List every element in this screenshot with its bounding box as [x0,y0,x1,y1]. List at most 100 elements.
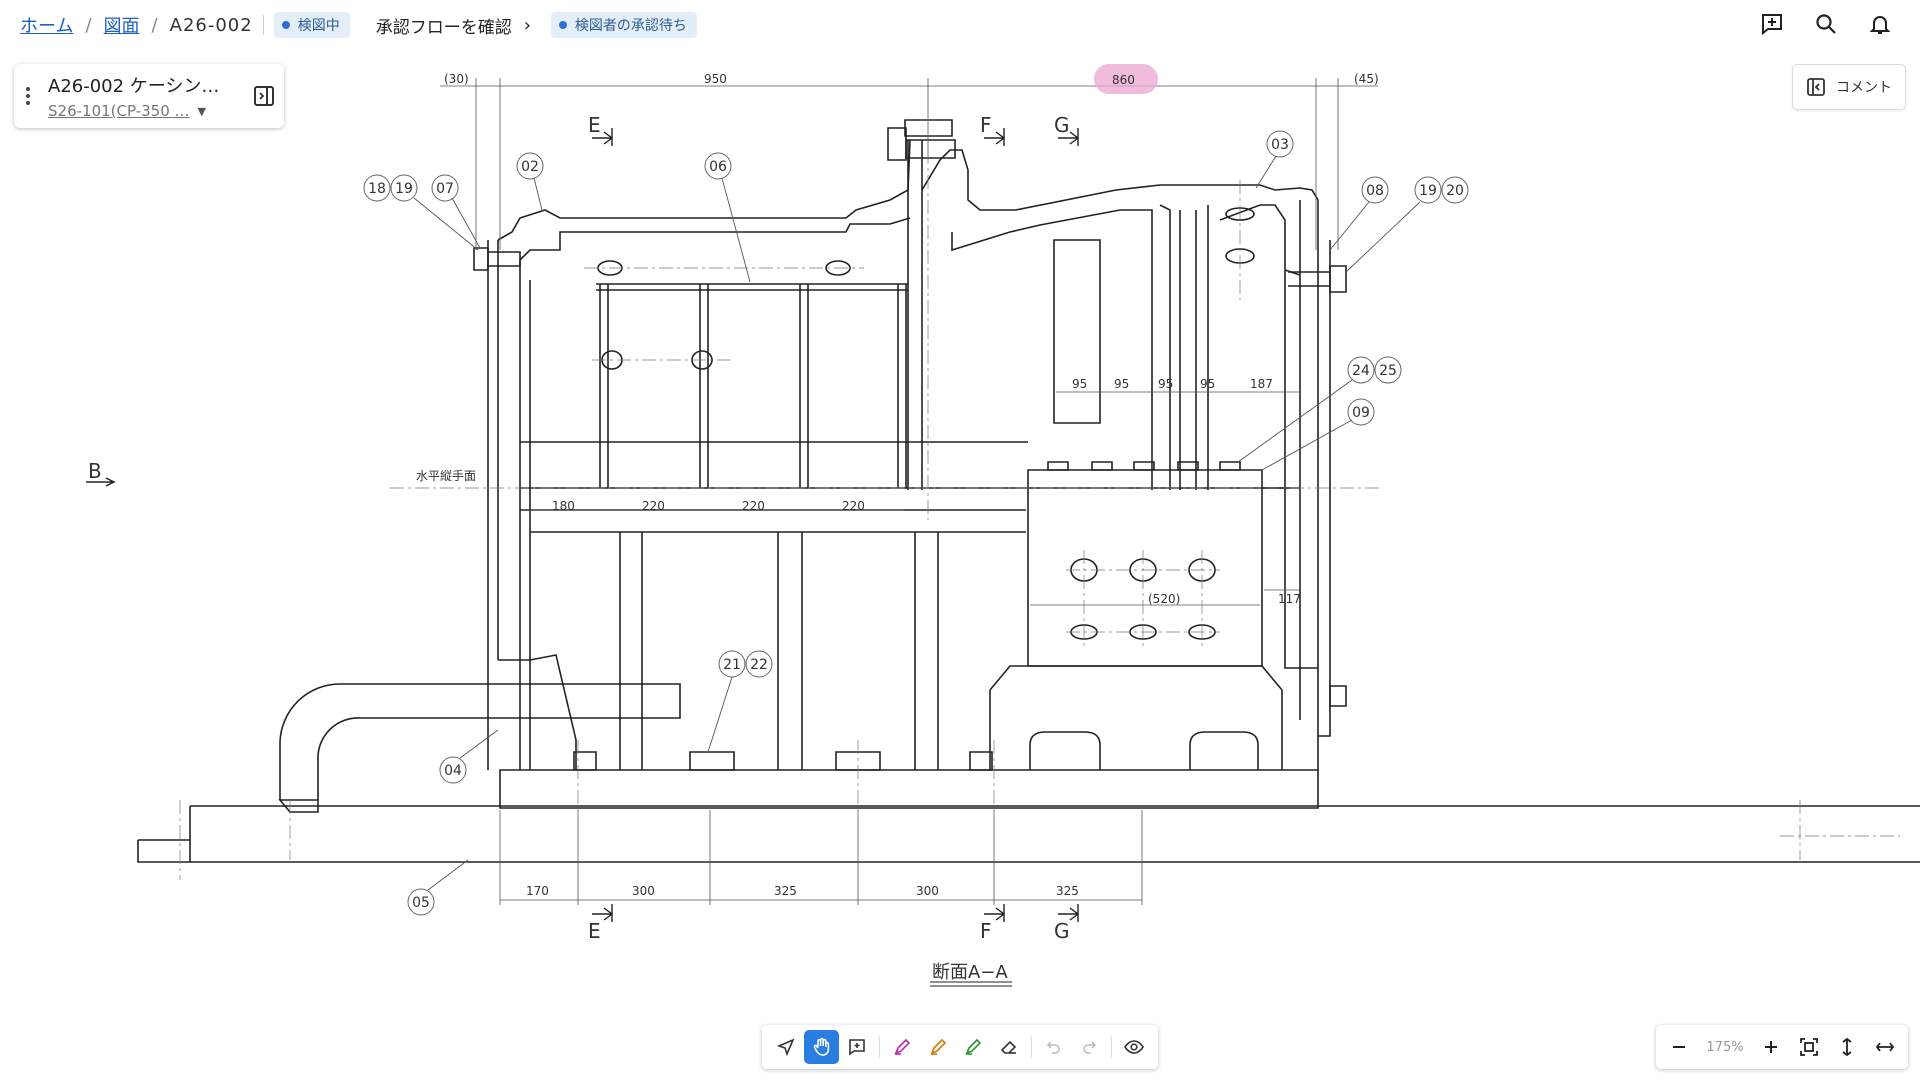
approval-flow-label: 承認フローを確認 [375,17,512,38]
balloon-09: 09 [1352,405,1370,421]
drawing-toolbar [762,1025,1158,1069]
more-vertical-icon[interactable] [14,64,42,128]
undo-icon[interactable] [1036,1030,1072,1064]
balloon-19b: 19 [1419,183,1437,199]
horizontal-plane-label: 水平縦手面 [416,469,476,483]
dim-bottom-325-1: 325 [774,884,797,898]
dim-top-860: 860 [1112,73,1135,87]
zoom-in-icon[interactable] [1754,1030,1788,1064]
pending-dot-icon [558,21,567,29]
section-arrows [86,128,1080,922]
dim-side-117: 117 [1278,592,1301,606]
top-bar: ホーム / 図面 / A26-002 検図中 承認フローを確認 › 検図者の承認… [0,0,1920,50]
balloon-22: 22 [750,657,768,673]
zoom-level[interactable]: 175% [1700,1040,1750,1055]
eraser-icon[interactable] [991,1030,1027,1064]
comment-panel-button[interactable]: コメント [1792,64,1906,110]
dim-bottom-170: 170 [526,884,549,898]
dim-bottom-300-1: 300 [632,884,655,898]
breadcrumb-home[interactable]: ホーム [20,12,73,38]
panel-left-icon [1807,78,1825,96]
breadcrumb-current: A26-002 [169,14,253,36]
dim-bottom-325-2: 325 [1056,884,1079,898]
balloon-20: 20 [1446,183,1464,199]
section-mark-b: B [88,459,102,483]
document-info: A26-002 ケーシン… S26-101(CP-350 … ▼ [42,72,244,120]
drawing-outlines [137,119,1920,863]
toolbar-divider [1030,1036,1032,1058]
pending-badge: 検図者の承認待ち [550,12,697,38]
add-comment-icon[interactable] [1756,8,1788,40]
breadcrumb-separator: / [85,14,92,36]
toolbar-divider [1111,1036,1113,1058]
dimension-lines [440,78,1378,905]
dim-mid-220-3: 220 [842,499,865,513]
document-version-select[interactable]: S26-101(CP-350 … ▼ [48,102,244,120]
header-actions [1756,8,1896,40]
document-subtitle: S26-101(CP-350 … [48,102,190,120]
balloon-25: 25 [1379,363,1397,379]
dim-mid-220-2: 220 [742,499,765,513]
dim-mid-220-1: 220 [642,499,665,513]
status-dot-icon [281,21,290,29]
balloon-19a: 19 [395,181,413,197]
zoom-controls: 175% [1656,1025,1908,1069]
section-mark-e-top: E [588,113,601,137]
balloon-07: 07 [436,181,454,197]
document-title: A26-002 ケーシン… [48,76,220,97]
bell-icon[interactable] [1864,8,1896,40]
balloon-02: 02 [521,159,539,175]
balloon-05: 05 [412,895,430,911]
dim-inner-95-2: 95 [1114,377,1129,391]
section-mark-g-top: G [1054,113,1070,137]
dim-bottom-300-2: 300 [916,884,939,898]
document-card: A26-002 ケーシン… S26-101(CP-350 … ▼ [14,64,284,128]
balloon-18: 18 [368,181,386,197]
header-divider [262,15,264,35]
toolbar-divider [879,1036,881,1058]
comment-tool-icon[interactable] [839,1030,875,1064]
section-mark-e-bottom: E [588,919,601,943]
fit-height-icon[interactable] [1830,1030,1864,1064]
pan-tool-icon[interactable] [803,1030,840,1064]
dim-inner-95-4: 95 [1200,377,1215,391]
balloon-06: 06 [709,159,727,175]
comment-button-label: コメント [1836,80,1892,96]
dim-mid-180: 180 [552,499,575,513]
balloon-21: 21 [723,657,741,673]
pen-orange-icon[interactable] [920,1030,956,1064]
pen-purple-icon[interactable] [884,1030,920,1064]
dim-inner-187: 187 [1250,377,1273,391]
fit-width-icon[interactable] [1868,1030,1902,1064]
section-mark-g-bottom: G [1054,919,1070,943]
section-title: 断面A−A [932,962,1008,983]
fit-screen-icon[interactable] [1792,1030,1826,1064]
zoom-out-icon[interactable] [1662,1030,1696,1064]
search-icon[interactable] [1810,8,1842,40]
chevron-down-icon: ▼ [197,104,206,118]
status-badge: 検図中 [273,12,350,38]
dim-top-950: 950 [704,72,727,86]
balloon-24: 24 [1352,363,1370,379]
dim-inner-95-1: 95 [1072,377,1087,391]
status-badge-label: 検図中 [297,18,340,34]
dim-box-520: (520) [1148,592,1180,606]
toggle-panel-icon[interactable] [244,64,284,128]
redo-icon[interactable] [1072,1030,1108,1064]
approval-flow-link[interactable]: 承認フローを確認 › [376,13,531,38]
section-mark-f-bottom: F [980,919,992,943]
dim-top-45: (45) [1354,72,1379,86]
dim-inner-95-3: 95 [1158,377,1173,391]
select-tool-icon[interactable] [768,1030,804,1064]
pending-badge-label: 検図者の承認待ち [574,18,687,34]
technical-drawing-canvas[interactable]: (30) 950 860 (45) 95 95 95 95 187 180 22… [0,0,1920,1080]
balloon-04: 04 [444,763,462,779]
eye-icon[interactable] [1116,1030,1152,1064]
balloon-03: 03 [1271,137,1289,153]
pen-green-icon[interactable] [956,1030,992,1064]
section-mark-f-top: F [980,113,992,137]
dim-top-30: (30) [444,72,469,86]
breadcrumb-drawings[interactable]: 図面 [104,12,140,38]
chevron-right-icon: › [523,14,531,36]
breadcrumb-separator: / [151,14,158,36]
